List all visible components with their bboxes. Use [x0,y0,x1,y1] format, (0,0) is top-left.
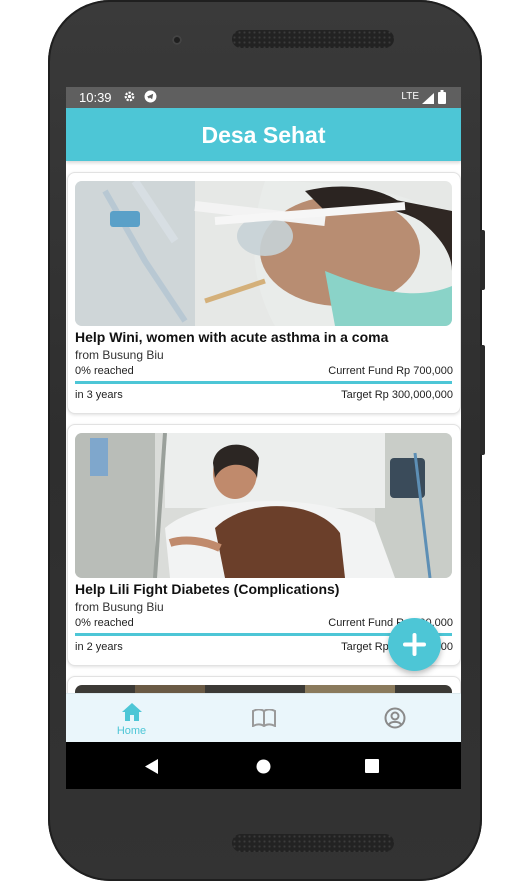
system-navigation-bar [66,742,461,789]
screen: 10:39 LTE Desa Sehat Help Wini, women wi… [66,87,461,789]
current-fund: Current Fund Rp 700,000 [328,365,453,377]
campaign-title[interactable]: Help Lili Fight Diabetes (Complications) [75,581,339,597]
front-camera [172,35,182,45]
add-campaign-button[interactable] [388,618,441,671]
nav-label-home: Home [116,725,147,737]
campaign-location: from Busung Biu [75,600,164,614]
plus-icon [388,633,441,675]
nav-item-stories[interactable] [198,694,329,743]
battery-icon [438,90,446,107]
app-bar: Desa Sehat [66,108,461,161]
status-time: 10:39 [79,90,112,105]
app-title: Desa Sehat [201,122,326,148]
home-icon [121,702,143,727]
settings-icon [123,90,136,106]
bottom-speaker [232,834,394,852]
nav-item-account[interactable] [330,694,461,743]
telegram-icon [144,90,157,106]
campaign-location: from Busung Biu [75,348,164,362]
recents-icon[interactable] [365,759,379,778]
top-speaker [232,30,394,48]
back-icon[interactable] [145,759,159,779]
book-icon [252,708,276,732]
volume-button [480,345,485,455]
power-button [480,230,485,290]
account-icon [384,707,406,734]
network-type: LTE [401,91,419,102]
campaign-feed[interactable]: Help Wini, women with acute asthma in a … [66,161,461,693]
progress-bar [75,381,452,384]
status-bar: 10:39 LTE [66,87,461,108]
campaign-card[interactable]: Help Wini, women with acute asthma in a … [67,172,461,414]
campaign-target: Target Rp 300,000,000 [341,389,453,401]
campaign-title[interactable]: Help Wini, women with acute asthma in a … [75,329,388,345]
progress-label: 0% reached [75,617,134,629]
campaign-photo [75,433,452,578]
nav-item-home[interactable]: Home [66,694,197,743]
campaign-photo [75,685,452,693]
progress-label: 0% reached [75,365,134,377]
campaign-card[interactable] [67,676,461,693]
signal-icon [422,92,434,107]
campaign-duration: in 3 years [75,389,123,401]
campaign-photo [75,181,452,326]
bottom-navigation: Home [66,693,461,743]
campaign-duration: in 2 years [75,641,123,653]
home-circle-icon[interactable] [256,759,271,779]
